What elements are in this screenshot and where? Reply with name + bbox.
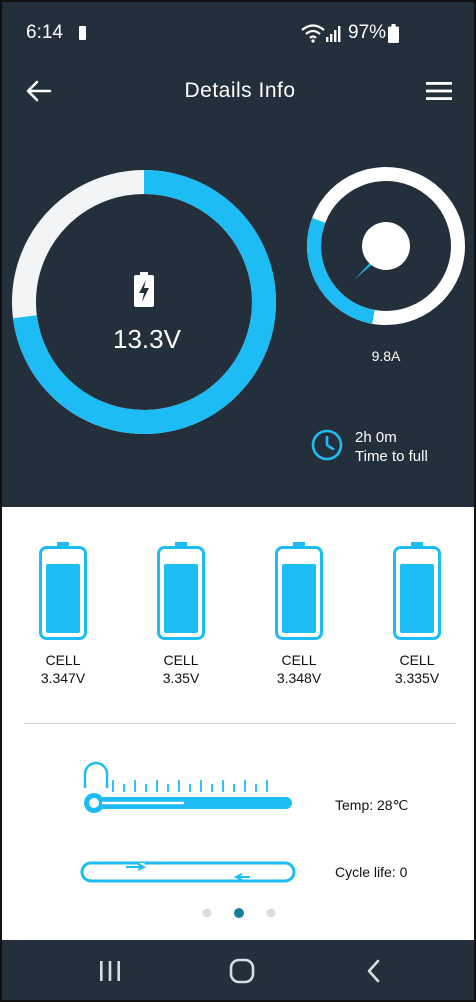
current-value: 9.8A xyxy=(371,348,401,364)
cell-voltage: 3.347V xyxy=(40,670,86,686)
clock-icon xyxy=(311,429,343,461)
wifi-icon xyxy=(301,24,325,43)
cell-battery-icon xyxy=(39,542,87,640)
status-time: 6:14 xyxy=(26,22,63,43)
status-battery-percent: 97% xyxy=(348,22,387,43)
system-back-icon[interactable] xyxy=(366,959,382,983)
battery-full-icon xyxy=(388,24,399,43)
voltage-value: 13.3V xyxy=(113,324,181,354)
dashboard-panel: 6:14 97% Details Info 13.3V 9.8A 2h 0m T… xyxy=(2,2,474,507)
system-nav-bar xyxy=(2,940,474,1000)
cell-label: CELL xyxy=(163,652,199,668)
voltage-gauge xyxy=(12,170,276,434)
menu-icon[interactable] xyxy=(426,80,452,102)
cell-battery-icon xyxy=(393,542,441,640)
cell-label: CELL xyxy=(45,652,81,668)
page-dot[interactable] xyxy=(266,908,276,918)
current-gauge xyxy=(307,167,465,325)
cycle-life-label: Cycle life: 0 xyxy=(335,864,408,880)
cell-label: CELL xyxy=(281,652,317,668)
cell-item: CELL 3.335V xyxy=(375,542,459,687)
time-to-full-label: Time to full xyxy=(355,448,428,465)
time-to-full: 2h 0m Time to full xyxy=(355,428,428,466)
page-title: Details Info xyxy=(184,79,296,102)
recent-apps-icon[interactable] xyxy=(98,960,122,982)
cell-item: CELL 3.348V xyxy=(257,542,341,687)
signal-icon xyxy=(326,26,341,42)
cell-item: CELL 3.35V xyxy=(139,542,223,687)
section-divider xyxy=(24,723,456,724)
time-to-full-duration: 2h 0m xyxy=(355,429,397,446)
cycle-icon xyxy=(80,861,296,883)
screen-frame: 6:14 97% Details Info 13.3V 9.8A 2h 0m T… xyxy=(0,0,476,1002)
page-dot[interactable] xyxy=(202,908,212,918)
status-battery-icon xyxy=(79,26,86,40)
current-gauge-hub xyxy=(362,222,410,270)
thermometer-icon xyxy=(83,761,292,813)
app-bar: Details Info xyxy=(2,64,474,120)
charging-battery-icon xyxy=(134,272,154,307)
status-bar: 6:14 97% xyxy=(2,2,474,64)
page-dot-active[interactable] xyxy=(234,908,244,918)
cell-battery-icon xyxy=(157,542,205,640)
cell-item: CELL 3.347V xyxy=(21,542,105,687)
cell-label: CELL xyxy=(399,652,435,668)
cell-voltage: 3.35V xyxy=(162,670,200,686)
temperature-label: Temp: 28℃ xyxy=(335,797,409,813)
page-indicator xyxy=(202,908,276,918)
cell-list: CELL 3.347V CELL 3.35V CELL 3.348V CELL … xyxy=(2,542,474,686)
cell-voltage: 3.348V xyxy=(276,670,322,686)
home-icon[interactable] xyxy=(229,958,255,984)
cell-voltage: 3.335V xyxy=(394,670,440,686)
cell-battery-icon xyxy=(275,542,323,640)
